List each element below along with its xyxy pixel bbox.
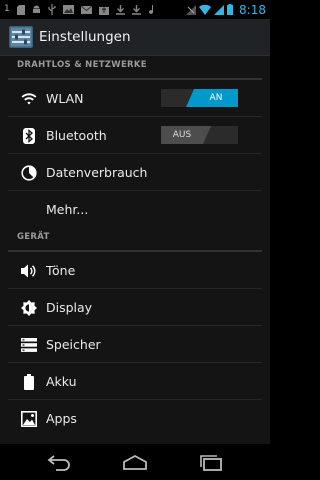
brightness-icon (20, 299, 38, 317)
settings-item-label: Apps (46, 411, 77, 426)
download-icon (131, 4, 141, 15)
section-header-device: GERÄT (0, 228, 270, 252)
storage-icon (20, 336, 38, 354)
settings-item-label: Datenverbrauch (46, 165, 148, 180)
toggle-state: AN (186, 89, 238, 107)
status-bar[interactable]: 1 8:18 (0, 0, 270, 19)
settings-item-label: Display (46, 300, 93, 315)
settings-item-apps[interactable]: Apps (0, 400, 270, 437)
settings-item-label: WLAN (46, 91, 84, 106)
wifi-icon (20, 90, 38, 108)
settings-item-data-usage[interactable]: Datenverbrauch (0, 154, 270, 191)
settings-item-display[interactable]: Display (0, 289, 270, 326)
settings-list[interactable]: DRAHTLOS & NETZWERKE WLAN AN Bluetooth A… (0, 56, 270, 444)
toggle-state: AUS (161, 126, 211, 144)
settings-app-icon[interactable] (9, 25, 33, 49)
settings-item-storage[interactable]: Speicher (0, 326, 270, 363)
battery-icon (20, 373, 38, 391)
sound-icon (148, 4, 157, 15)
wifi-icon (199, 4, 212, 15)
settings-item-battery[interactable]: Akku (0, 363, 270, 400)
bluetooth-toggle[interactable]: AUS (161, 126, 238, 144)
battery-icon (227, 4, 234, 15)
back-icon[interactable] (44, 452, 74, 472)
status-time: 8:18 (239, 2, 266, 17)
bluetooth-icon (20, 127, 38, 145)
settings-item-sound[interactable]: Töne (0, 252, 270, 289)
action-bar: Einstellungen (0, 19, 270, 56)
settings-item-label: Bluetooth (46, 128, 107, 143)
download-icon (115, 4, 125, 15)
upload-icon (98, 5, 109, 15)
page-title: Einstellungen (39, 29, 131, 45)
settings-item-bluetooth[interactable]: Bluetooth AUS (0, 117, 270, 154)
home-icon[interactable] (120, 452, 150, 472)
section-header-wireless: DRAHTLOS & NETZWERKE (0, 56, 270, 80)
apps-icon (20, 410, 38, 428)
settings-item-label: Töne (46, 263, 76, 278)
no-signal-icon (186, 4, 197, 15)
settings-item-label: Akku (46, 374, 77, 389)
recent-apps-icon[interactable] (196, 452, 226, 472)
wlan-toggle[interactable]: AN (161, 89, 238, 107)
settings-item-label: Mehr... (46, 202, 89, 217)
usb-icon (48, 4, 56, 15)
settings-item-more[interactable]: Mehr... (0, 191, 270, 228)
sound-icon (20, 262, 38, 280)
settings-item-label: Speicher (46, 337, 101, 352)
android-icon (32, 5, 41, 15)
image-icon (62, 5, 74, 14)
sd-card-icon (16, 4, 25, 15)
navigation-bar (0, 444, 270, 480)
data-usage-icon (20, 164, 38, 182)
notification-count: 1 (4, 4, 10, 14)
settings-item-wlan[interactable]: WLAN AN (0, 80, 270, 117)
mail-icon (80, 5, 92, 14)
signal-icon (214, 4, 225, 15)
